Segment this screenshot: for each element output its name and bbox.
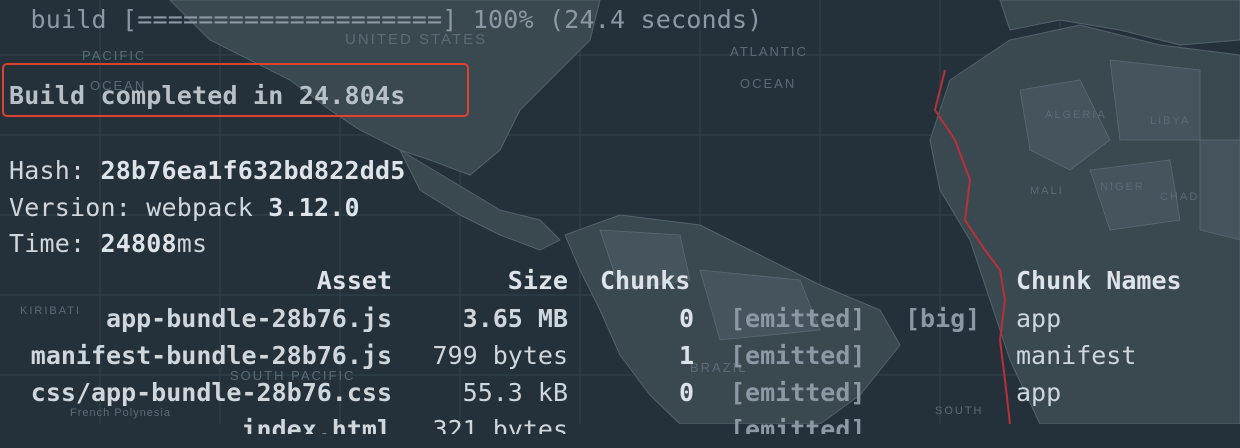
time-value: 24808 xyxy=(100,229,177,258)
hash-value: 28b76ea1f632bd822dd5 xyxy=(100,156,406,185)
table-row-asset: manifest-bundle-28b76.js xyxy=(30,341,392,370)
table-row-emitted: [emitted] xyxy=(730,415,866,444)
table-row-chunk-name: manifest xyxy=(1016,341,1137,370)
table-row-size: 321 bytes xyxy=(432,415,568,444)
table-row-size: 55.3 kB xyxy=(462,378,568,407)
table-row-asset: index.html xyxy=(241,415,392,444)
table-row-asset: app-bundle-28b76.js xyxy=(106,304,392,333)
time-line: Time: 24808ms xyxy=(9,226,207,262)
time-label: Time: xyxy=(9,229,101,258)
version-value: 3.12.0 xyxy=(268,193,360,222)
hash-line: Hash: 28b76ea1f632bd822dd5 xyxy=(9,153,406,189)
time-unit: ms xyxy=(176,229,208,258)
table-row-emitted: [emitted] xyxy=(730,378,866,407)
table-row-flag: [big] xyxy=(905,304,981,333)
header-asset: Asset xyxy=(316,266,392,295)
table-row-chunk: 1 xyxy=(678,341,694,370)
table-row-size: 3.65 MB xyxy=(462,304,568,333)
table-row-asset: css/app-bundle-28b76.css xyxy=(30,378,392,407)
terminal-output: build [====================] 100% (24.4 … xyxy=(0,0,1240,434)
table-row-chunk: 0 xyxy=(678,378,694,407)
hash-label: Hash: xyxy=(9,156,101,185)
table-row-emitted: [emitted] xyxy=(730,304,866,333)
table-row-size: 799 bytes xyxy=(432,341,568,370)
table-row-emitted: [emitted] xyxy=(730,341,866,370)
table-row-chunk: 0 xyxy=(678,304,694,333)
build-status: Build completed in 24.804s xyxy=(9,81,406,110)
version-label: Version: webpack xyxy=(9,193,269,222)
table-row-chunk-name: app xyxy=(1016,378,1062,407)
progress-line: build [====================] 100% (24.4 … xyxy=(0,5,763,34)
header-chunks: Chunks xyxy=(600,266,691,295)
table-row-chunk-name: app xyxy=(1016,304,1062,333)
header-size: Size xyxy=(507,266,568,295)
version-line: Version: webpack 3.12.0 xyxy=(9,190,360,226)
header-chunk-names: Chunk Names xyxy=(1016,266,1182,295)
